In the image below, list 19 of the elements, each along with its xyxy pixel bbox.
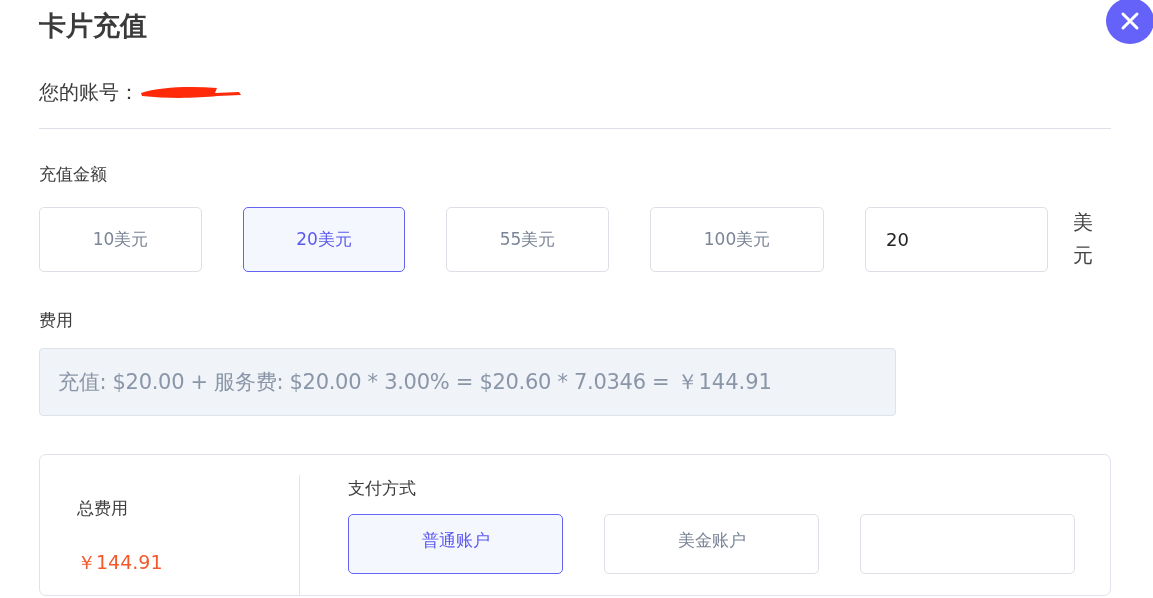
payment-label: 支付方式	[348, 477, 417, 500]
amount-label: 充值金额	[39, 163, 108, 186]
amount-option[interactable]: 10美元	[39, 206, 202, 272]
fee-total: ￥144.91	[677, 369, 772, 396]
close-button[interactable]	[1106, 0, 1153, 44]
close-icon	[1120, 11, 1140, 31]
amount-option[interactable]: 100美元	[650, 206, 824, 272]
amount-option[interactable]: 20美元	[243, 206, 405, 272]
unit-label: 美元	[1073, 209, 1093, 269]
dialog-title: 卡片充值	[39, 9, 148, 43]
account-label: 您的账号：	[39, 78, 139, 106]
fee-label: 费用	[39, 309, 74, 332]
payment-option[interactable]: 美金账户	[604, 514, 819, 574]
total-price: ￥144.91	[77, 550, 164, 575]
total-label: 总费用	[77, 497, 129, 520]
fee-formula: 充值: $20.00 + 服务费: $20.00 * 3.00% = $20.60 * 7.0346 =	[58, 369, 670, 396]
amount-option[interactable]: 55美元	[446, 206, 609, 272]
amount-input[interactable]: 20	[865, 206, 1048, 272]
payment-option[interactable]: 普通账户	[348, 514, 563, 574]
